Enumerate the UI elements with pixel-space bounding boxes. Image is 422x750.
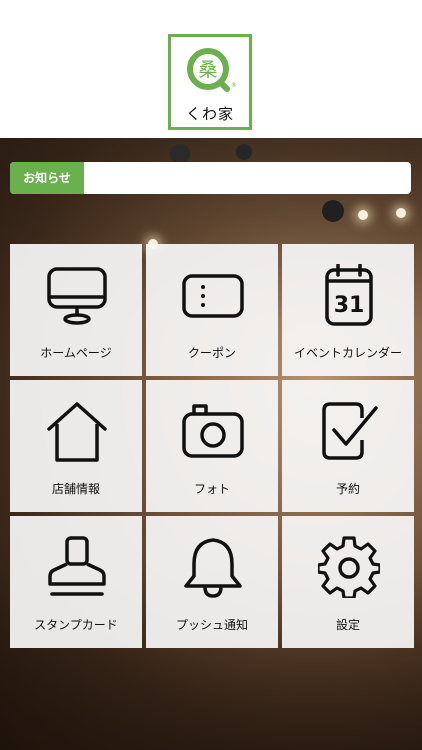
- menu-item-label: 設定: [335, 618, 360, 632]
- menu-item-label: フォト: [193, 482, 230, 496]
- menu-item-label: ホームページ: [40, 346, 112, 360]
- calendar-day-number: 31: [334, 293, 365, 318]
- calendar-icon: 31: [325, 264, 373, 326]
- news-bar[interactable]: お知らせ: [10, 162, 411, 194]
- bell-icon: [184, 538, 242, 598]
- checkbox-icon: [322, 402, 378, 460]
- header: 桑 ® くわ家: [0, 0, 422, 138]
- menu-grid: ホームページ クーポン 31 イベントカレンダー 店舗情報 フォト 予約 スタン…: [10, 244, 414, 650]
- news-label: お知らせ: [10, 162, 84, 194]
- logo: 桑 ® くわ家: [168, 34, 252, 130]
- menu-item-label: クーポン: [187, 346, 236, 360]
- menu-item-event-calendar[interactable]: 31 イベントカレンダー: [282, 244, 414, 376]
- menu-item-photo[interactable]: フォト: [146, 380, 278, 512]
- menu-item-label: プッシュ通知: [175, 618, 248, 632]
- logo-glyph: 桑: [198, 59, 217, 81]
- logo-name: くわ家: [185, 105, 234, 123]
- menu-item-stamp-card[interactable]: スタンプカード: [10, 516, 142, 648]
- menu-item-label: 店舗情報: [51, 482, 100, 496]
- menu-item-label: イベントカレンダー: [293, 346, 402, 360]
- menu-item-homepage[interactable]: ホームページ: [10, 244, 142, 376]
- menu-item-label: 予約: [335, 482, 360, 496]
- gear-icon: [318, 536, 380, 598]
- stamp-icon: [48, 536, 106, 596]
- house-icon: [47, 402, 107, 462]
- menu-item-push-notification[interactable]: プッシュ通知: [146, 516, 278, 648]
- camera-icon: [182, 404, 244, 458]
- menu-item-reservation[interactable]: 予約: [282, 380, 414, 512]
- monitor-icon: [47, 267, 107, 325]
- menu-item-settings[interactable]: 設定: [282, 516, 414, 648]
- menu-item-coupon[interactable]: クーポン: [146, 244, 278, 376]
- coupon-icon: [182, 274, 244, 318]
- logo-registered-mark: ®: [231, 82, 237, 89]
- menu-item-store-info[interactable]: 店舗情報: [10, 380, 142, 512]
- menu-item-label: スタンプカード: [34, 618, 118, 632]
